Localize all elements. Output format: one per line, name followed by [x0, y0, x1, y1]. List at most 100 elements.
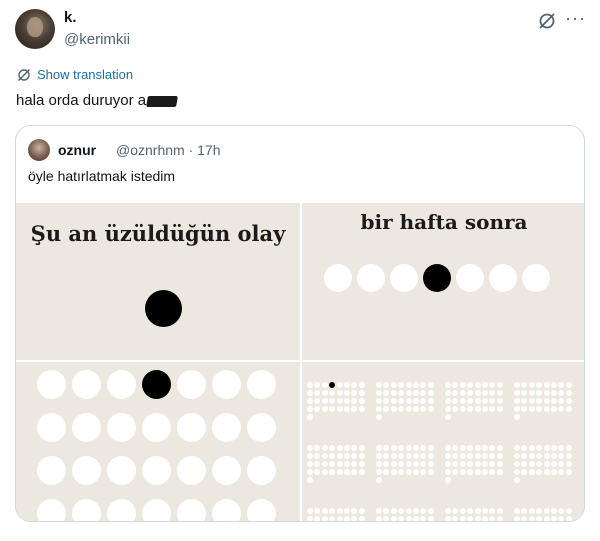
grok-icon[interactable] — [537, 11, 557, 31]
year-dot — [551, 516, 557, 521]
year-dot — [358, 516, 365, 521]
year-dot — [474, 453, 481, 459]
year-dot — [336, 461, 343, 467]
year-dot — [420, 398, 427, 404]
month-dot — [142, 456, 171, 485]
year-dot — [344, 461, 350, 467]
week-dot — [357, 264, 385, 292]
year-dot — [459, 461, 466, 467]
year-dot — [307, 461, 313, 467]
year-dot — [459, 469, 466, 475]
redaction-mark — [146, 95, 179, 107]
show-translation-link[interactable]: Show translation — [17, 67, 133, 82]
year-dot — [390, 406, 397, 412]
year-dot — [307, 469, 313, 475]
month-dot — [142, 499, 171, 521]
year-dot — [565, 445, 572, 451]
year-dot — [514, 398, 520, 404]
year-dot — [390, 398, 397, 404]
year-dot — [351, 445, 358, 451]
year-dot — [405, 461, 412, 467]
year-dot — [528, 445, 535, 451]
year-dot — [467, 461, 474, 467]
year-dot — [452, 453, 459, 459]
year-dot — [336, 516, 343, 521]
year-dot — [344, 508, 350, 514]
year-dot — [420, 508, 427, 514]
year-dot — [427, 398, 434, 404]
year-dot — [307, 477, 313, 483]
year-dot — [344, 390, 350, 396]
year-dot — [459, 445, 466, 451]
year-dot — [307, 508, 313, 514]
year-dot — [344, 445, 350, 451]
year-dot — [543, 508, 550, 514]
year-dot — [489, 453, 496, 459]
year-dot — [482, 390, 488, 396]
image-panel-year[interactable] — [302, 362, 584, 521]
year-dot — [413, 461, 419, 467]
year-dot — [551, 469, 557, 475]
year-dot — [445, 406, 451, 412]
quoted-tweet[interactable]: oznur @oznrhnm · 17h öyle hatırlatmak is… — [15, 125, 585, 522]
year-dot — [482, 469, 488, 475]
week-black-dot — [423, 264, 451, 292]
year-dot — [376, 390, 382, 396]
year-dot — [383, 445, 390, 451]
year-dot — [383, 382, 390, 388]
year-dot — [307, 445, 313, 451]
year-dot — [558, 453, 565, 459]
year-dot — [474, 390, 481, 396]
year-dot — [551, 398, 557, 404]
year-dot — [514, 445, 520, 451]
quoted-user-name[interactable]: oznur — [58, 142, 96, 158]
year-dot — [489, 508, 496, 514]
year-dot — [521, 461, 528, 467]
year-dot — [427, 469, 434, 475]
year-dot — [521, 453, 528, 459]
year-dot — [376, 453, 382, 459]
year-dot — [314, 516, 321, 521]
year-dot — [420, 453, 427, 459]
year-dot — [321, 382, 328, 388]
year-dot — [376, 508, 382, 514]
year-dot — [390, 453, 397, 459]
month-dot — [72, 456, 101, 485]
year-dot — [398, 508, 405, 514]
quoted-avatar[interactable] — [28, 139, 50, 161]
year-dot — [489, 390, 496, 396]
year-dot — [543, 469, 550, 475]
image-panel-month[interactable] — [16, 362, 300, 521]
year-dot — [376, 445, 382, 451]
year-dot — [398, 390, 405, 396]
year-dot — [496, 461, 503, 467]
panel-title-week: bir hafta sonra — [360, 210, 528, 234]
year-dot — [383, 469, 390, 475]
year-dot — [543, 461, 550, 467]
year-dot — [405, 469, 412, 475]
year-dot — [398, 382, 405, 388]
year-dot — [528, 461, 535, 467]
year-dot — [427, 516, 434, 521]
more-icon[interactable]: ··· — [565, 9, 585, 30]
avatar[interactable] — [15, 9, 55, 49]
image-panel-now[interactable]: Şu an üzüldüğün olay — [16, 203, 300, 360]
year-dot — [445, 445, 451, 451]
user-name[interactable]: k. — [64, 9, 77, 26]
year-dot — [390, 508, 397, 514]
month-dot — [177, 499, 206, 521]
year-dot — [344, 469, 350, 475]
year-dot — [445, 469, 451, 475]
image-panel-week[interactable]: bir hafta sonra — [302, 203, 584, 360]
year-dot — [459, 406, 466, 412]
year-dot — [514, 414, 520, 420]
year-dot — [452, 516, 459, 521]
month-dot — [212, 370, 241, 399]
year-dot — [413, 469, 419, 475]
month-dot — [212, 499, 241, 521]
year-dot — [398, 453, 405, 459]
year-dot — [376, 469, 382, 475]
user-handle[interactable]: @kerimkii — [64, 31, 130, 48]
year-dot — [528, 390, 535, 396]
year-dot — [536, 516, 543, 521]
